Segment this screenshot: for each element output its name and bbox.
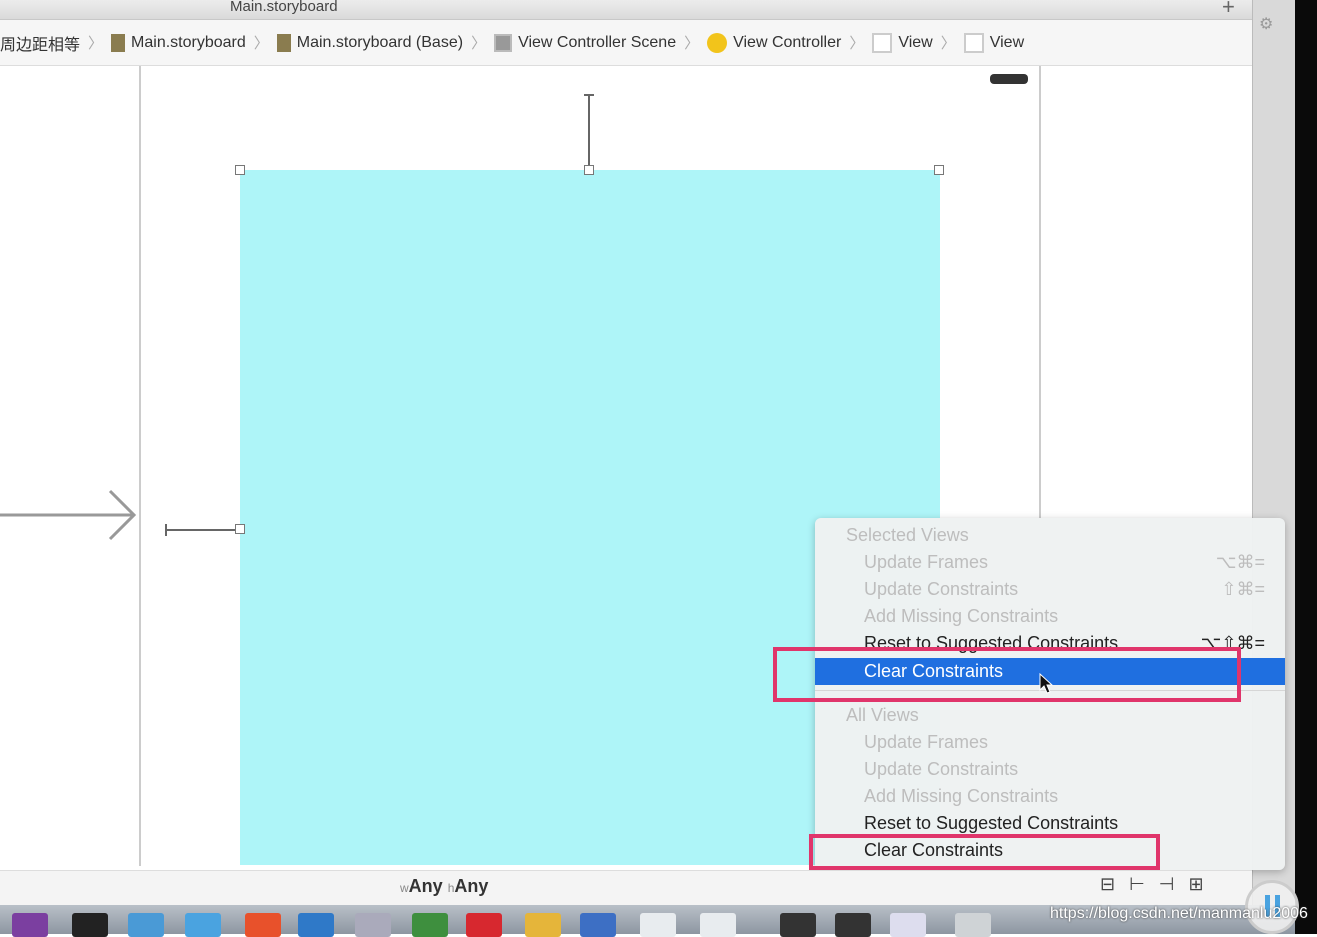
- autolayout-tools: ⊟⊢⊣⊞: [1100, 874, 1218, 895]
- breadcrumb-item-scene[interactable]: View Controller Scene: [494, 33, 677, 52]
- title-bar: Main.storyboard +: [0, 0, 1252, 20]
- menu-item-update-constraints[interactable]: Update Constraints ⇧⌘=: [815, 576, 1285, 603]
- pin-icon[interactable]: ⊢: [1129, 874, 1159, 894]
- breadcrumb-item-storyboard[interactable]: Main.storyboard: [111, 33, 246, 52]
- view-icon: [872, 32, 893, 53]
- menu-item-all-update-frames[interactable]: Update Frames: [815, 729, 1285, 756]
- menu-item-all-update-constraints[interactable]: Update Constraints: [815, 756, 1285, 783]
- app-icon[interactable]: [298, 913, 334, 937]
- folder-icon[interactable]: [185, 913, 221, 937]
- breadcrumb-label: Main.storyboard (Base): [296, 33, 464, 51]
- breadcrumb-label: View: [989, 33, 1025, 51]
- scene-icon: [494, 33, 513, 52]
- gear-icon[interactable]: ⚙: [1259, 14, 1273, 34]
- view-icon: [963, 32, 984, 53]
- breadcrumb-item-view-controller[interactable]: View Controller: [707, 32, 842, 53]
- breadcrumb-item-storyboard-base[interactable]: Main.storyboard (Base): [276, 33, 464, 52]
- scene-left-border: [139, 66, 141, 866]
- resizing-icon[interactable]: ⊞: [1188, 874, 1217, 894]
- add-tab-button[interactable]: +: [1222, 0, 1235, 20]
- onenote-icon[interactable]: [12, 913, 48, 937]
- breadcrumb-label: View: [898, 33, 933, 51]
- app-icon[interactable]: [355, 913, 391, 937]
- resize-handle[interactable]: [584, 165, 594, 175]
- document-icon[interactable]: [700, 913, 736, 937]
- breadcrumb-label: View Controller: [733, 33, 842, 51]
- menu-item-add-missing-constraints[interactable]: Add Missing Constraints: [815, 603, 1285, 630]
- breadcrumb-item-folder[interactable]: 周边距相等: [0, 31, 80, 55]
- breadcrumb-item-subview[interactable]: View: [963, 32, 1025, 53]
- menu-item-all-reset-to-suggested[interactable]: Reset to Suggested Constraints: [815, 810, 1285, 837]
- size-class-button[interactable]: wAny hAny: [400, 876, 488, 897]
- screen-edge: [1295, 0, 1317, 934]
- breadcrumb-item-view[interactable]: View: [872, 32, 933, 53]
- app-icon[interactable]: [245, 913, 281, 937]
- battery-icon: [990, 74, 1028, 84]
- resize-handle[interactable]: [235, 165, 245, 175]
- annotation-box: [809, 834, 1160, 870]
- window-thumbnail-icon[interactable]: [835, 913, 871, 937]
- breadcrumb-label: Main.storyboard: [131, 33, 246, 51]
- window-title: Main.storyboard: [230, 0, 338, 15]
- breadcrumb-label: 周边距相等: [0, 36, 81, 54]
- menu-header-selected-views: Selected Views: [846, 525, 969, 545]
- menu-item-update-frames[interactable]: Update Frames ⌥⌘=: [815, 549, 1285, 576]
- canvas-bottom-bar: [0, 870, 1252, 905]
- watermark: https://blog.csdn.net/manmanlu2006: [1050, 905, 1308, 922]
- resolve-icon[interactable]: ⊣: [1159, 874, 1189, 894]
- breadcrumb: 周边距相等〉 Main.storyboard 〉 Main.storyboard …: [0, 20, 1252, 66]
- menu-item-all-add-missing[interactable]: Add Missing Constraints: [815, 783, 1285, 810]
- word-icon[interactable]: [580, 913, 616, 937]
- flash-icon[interactable]: [466, 913, 502, 937]
- menu-header-all-views: All Views: [846, 705, 919, 725]
- file-icon: [276, 33, 291, 52]
- scene-right-border: [1039, 66, 1041, 518]
- resize-handle[interactable]: [235, 524, 245, 534]
- xcode-icon[interactable]: [128, 913, 164, 937]
- annotation-box: [773, 647, 1241, 702]
- resize-handle[interactable]: [934, 165, 944, 175]
- window-thumbnail-icon[interactable]: [780, 913, 816, 937]
- document-icon[interactable]: [640, 913, 676, 937]
- app-icon[interactable]: [412, 913, 448, 937]
- file-icon: [111, 33, 126, 52]
- window-thumbnail-icon[interactable]: [890, 913, 926, 937]
- terminal-icon[interactable]: [72, 913, 108, 937]
- app-icon[interactable]: [525, 913, 561, 937]
- trash-icon[interactable]: [955, 913, 991, 937]
- breadcrumb-label: View Controller Scene: [518, 33, 677, 51]
- view-controller-icon: [707, 32, 728, 53]
- constraint-lines: [165, 94, 594, 536]
- entry-point-arrow-icon: [0, 489, 137, 541]
- align-icon[interactable]: ⊟: [1100, 874, 1129, 894]
